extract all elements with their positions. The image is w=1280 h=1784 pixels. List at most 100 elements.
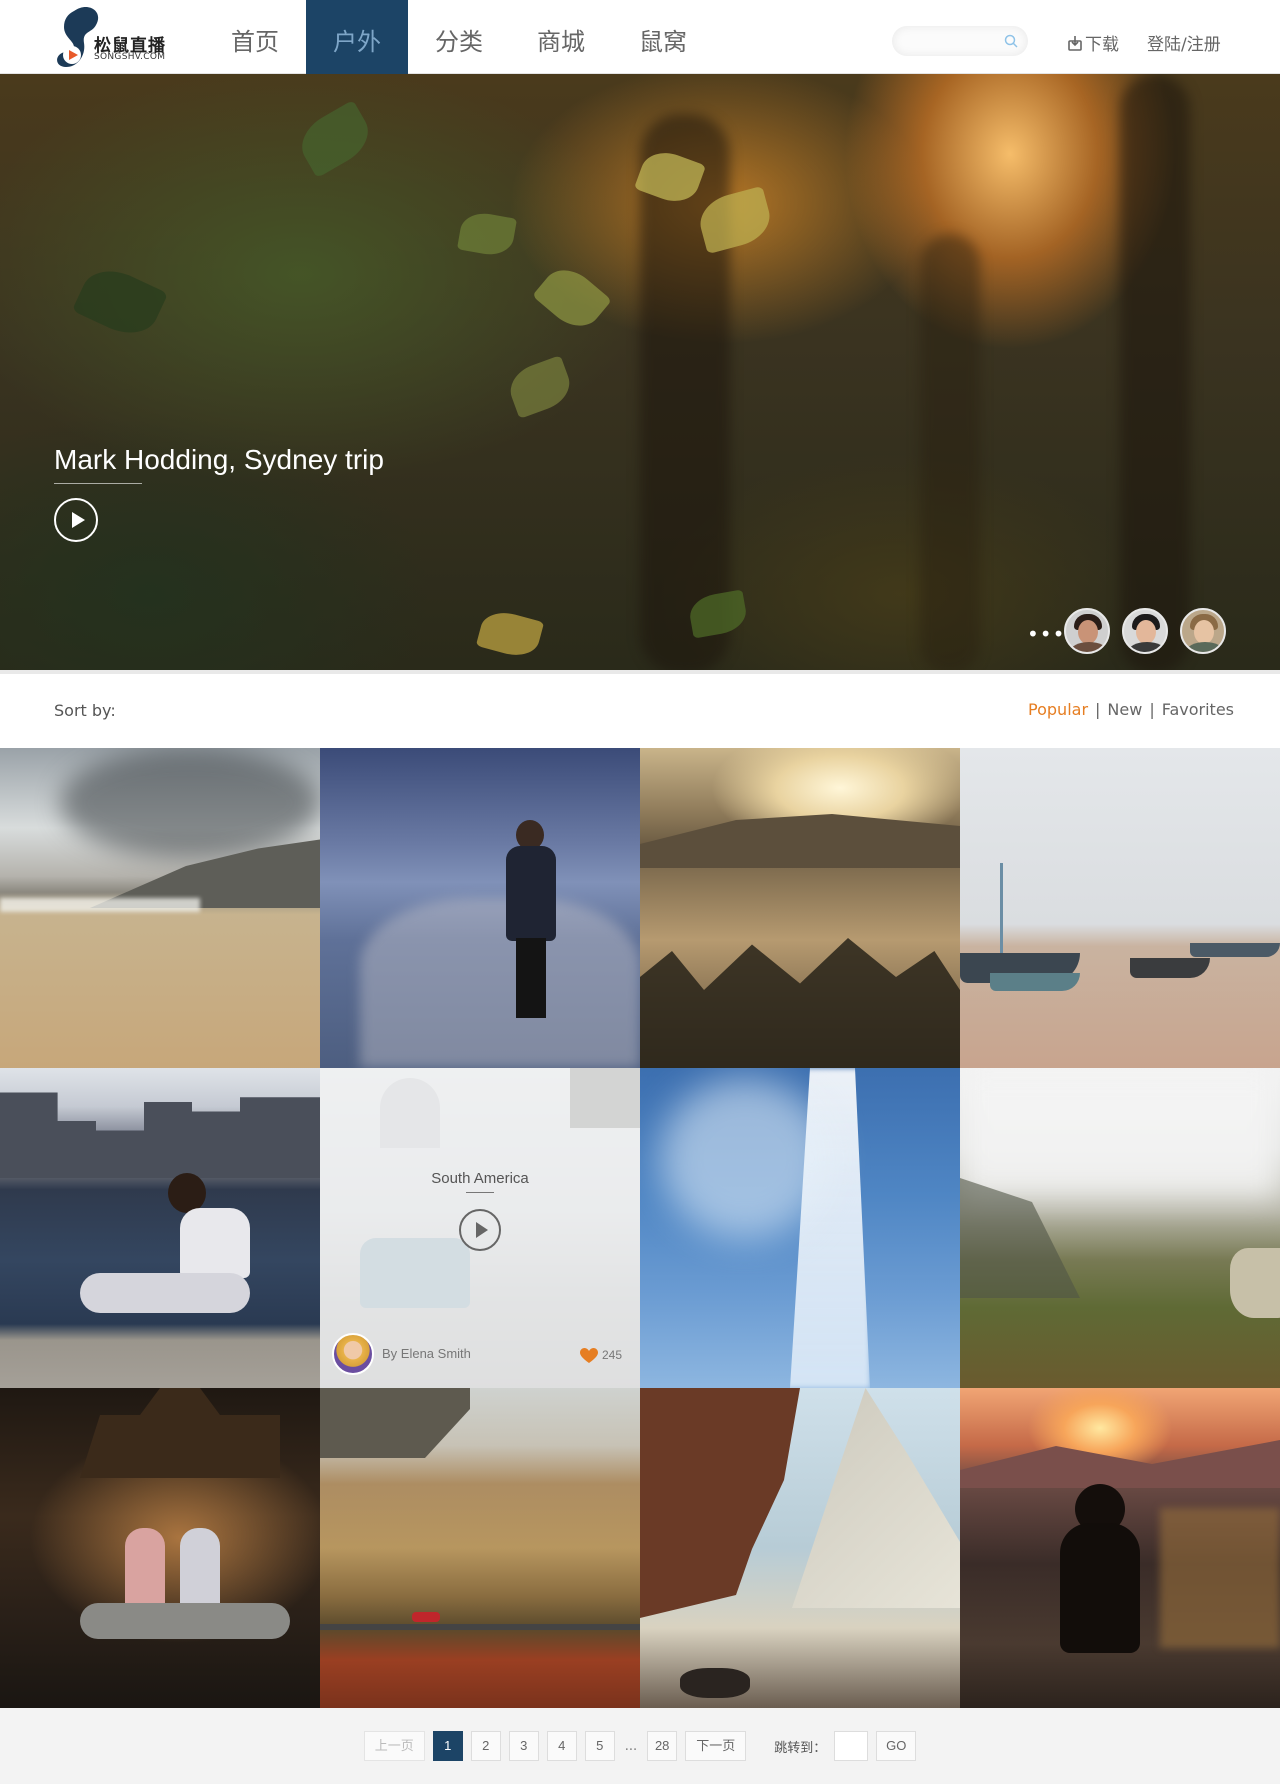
photo-tile[interactable] bbox=[640, 1388, 960, 1708]
tile-surf bbox=[0, 898, 200, 912]
photo-tile[interactable] bbox=[960, 748, 1280, 1068]
tile-palms bbox=[640, 938, 960, 1068]
hero-bg-trunk bbox=[920, 234, 980, 670]
download-link[interactable]: 下载 bbox=[1068, 30, 1119, 55]
tile-person bbox=[180, 1208, 250, 1278]
top-header: 松鼠直播 SONGSHV.COM 首页 户外 分类 商城 鼠窝 下载 登陆/注册 bbox=[0, 0, 1280, 74]
page-button[interactable]: 3 bbox=[508, 1731, 539, 1761]
nav-home[interactable]: 首页 bbox=[204, 0, 306, 74]
page-button[interactable]: 1 bbox=[432, 1731, 463, 1761]
tile-play-button[interactable] bbox=[459, 1209, 501, 1251]
hero-bg-leaf bbox=[532, 259, 612, 337]
tile-rock bbox=[1230, 1248, 1280, 1318]
hero-author: Mark Hodding, bbox=[54, 444, 237, 475]
sort-new[interactable]: New bbox=[1107, 700, 1142, 719]
photo-tile[interactable] bbox=[960, 1068, 1280, 1388]
hero-bg-leaf bbox=[475, 606, 545, 662]
tile-author-avatar[interactable] bbox=[332, 1333, 374, 1375]
tile-likes-count: 245 bbox=[602, 1348, 623, 1362]
go-button[interactable]: GO bbox=[876, 1731, 917, 1761]
nav-outdoor[interactable]: 户外 bbox=[306, 0, 408, 74]
avatar-body bbox=[1186, 642, 1224, 652]
hero-user-avatar[interactable] bbox=[1122, 608, 1168, 654]
tile-rock bbox=[680, 1668, 750, 1698]
hero-trip-title: Sydney trip bbox=[243, 444, 384, 475]
tile-shrubs bbox=[360, 898, 640, 1068]
pagination: 上一页 1 2 3 4 5 ... 28 下一页 跳转到： GO bbox=[0, 1708, 1280, 1784]
hero-bg-leaf bbox=[292, 99, 378, 179]
search-icon[interactable] bbox=[1004, 34, 1018, 48]
tile-boat bbox=[1190, 943, 1280, 957]
hero-bg-leaf bbox=[503, 355, 577, 419]
avatar-face bbox=[1136, 620, 1156, 644]
photo-grid: South America By Elena Smith 245 bbox=[0, 748, 1280, 1708]
photo-tile[interactable] bbox=[640, 748, 960, 1068]
page-button[interactable]: 2 bbox=[470, 1731, 501, 1761]
jump-label: 跳转到： bbox=[774, 1739, 827, 1755]
tile-grass bbox=[1160, 1508, 1280, 1648]
photo-tile-featured[interactable]: South America By Elena Smith 245 bbox=[320, 1068, 640, 1388]
tile-bench bbox=[80, 1603, 290, 1639]
photo-tile[interactable] bbox=[0, 1388, 320, 1708]
tile-hill bbox=[640, 814, 960, 868]
nav-nest[interactable]: 鼠窝 bbox=[612, 0, 714, 74]
photo-tile[interactable] bbox=[320, 1388, 640, 1708]
hero-bg-trunk bbox=[1120, 74, 1190, 670]
login-register-link[interactable]: 登陆/注册 bbox=[1147, 30, 1221, 55]
sort-label: Sort by: bbox=[54, 701, 116, 720]
heart-icon[interactable] bbox=[580, 1348, 598, 1364]
photo-tile[interactable] bbox=[960, 1388, 1280, 1708]
tile-author[interactable]: By Elena Smith bbox=[382, 1346, 471, 1361]
hero-divider bbox=[54, 483, 142, 484]
sort-separator: | bbox=[1095, 700, 1101, 719]
jump-page-input[interactable] bbox=[834, 1731, 869, 1761]
tile-boat bbox=[1130, 958, 1210, 978]
tile-car bbox=[412, 1612, 440, 1622]
prev-page-button[interactable]: 上一页 bbox=[363, 1731, 425, 1761]
tile-person bbox=[506, 846, 556, 941]
photo-tile[interactable] bbox=[0, 748, 320, 1068]
hero-user-avatar[interactable] bbox=[1180, 608, 1226, 654]
sort-separator: | bbox=[1149, 700, 1155, 719]
site-logo[interactable]: 松鼠直播 SONGSHV.COM bbox=[52, 3, 172, 73]
nav-mall[interactable]: 商城 bbox=[510, 0, 612, 74]
tile-building bbox=[80, 1388, 280, 1478]
search-input[interactable] bbox=[892, 26, 992, 56]
sort-popular[interactable]: Popular bbox=[1028, 700, 1088, 719]
page-button[interactable]: 4 bbox=[546, 1731, 577, 1761]
search-box bbox=[892, 26, 1028, 56]
sort-bar: Sort by: Popular | New | Favorites bbox=[0, 670, 1280, 748]
hero-banner: Mark Hodding, Sydney trip ••• bbox=[0, 74, 1280, 670]
sort-options: Popular | New | Favorites bbox=[1028, 700, 1234, 719]
tile-spray bbox=[660, 1078, 830, 1238]
tile-person bbox=[516, 938, 546, 1018]
photo-tile[interactable] bbox=[0, 1068, 320, 1388]
main-nav: 首页 户外 分类 商城 鼠窝 bbox=[204, 0, 714, 74]
nav-category[interactable]: 分类 bbox=[408, 0, 510, 74]
page-button[interactable]: 5 bbox=[584, 1731, 615, 1761]
hero-bg-leaf bbox=[456, 209, 518, 259]
last-page-button[interactable]: 28 bbox=[647, 1731, 678, 1761]
tile-arch bbox=[640, 1388, 800, 1618]
logo-subtext: SONGSHV.COM bbox=[94, 52, 166, 62]
more-users-button[interactable]: ••• bbox=[1027, 624, 1065, 644]
photo-tile[interactable] bbox=[640, 1068, 960, 1388]
hero-user-avatar[interactable] bbox=[1064, 608, 1110, 654]
avatar-face bbox=[1194, 620, 1214, 644]
avatar-body bbox=[1070, 642, 1108, 652]
download-icon bbox=[1068, 35, 1082, 51]
tile-cliff bbox=[320, 1388, 470, 1458]
sort-favorites[interactable]: Favorites bbox=[1162, 700, 1234, 719]
hero-play-button[interactable] bbox=[54, 498, 98, 542]
photo-tile[interactable] bbox=[320, 748, 640, 1068]
next-page-button[interactable]: 下一页 bbox=[685, 1731, 747, 1761]
tile-cloud bbox=[60, 748, 320, 858]
tile-person bbox=[168, 1173, 206, 1213]
tile-person bbox=[80, 1273, 250, 1313]
tile-buildings bbox=[0, 1092, 320, 1178]
tile-hills bbox=[960, 1440, 1280, 1488]
page-ellipsis: ... bbox=[624, 1738, 638, 1754]
tile-boat bbox=[990, 973, 1080, 991]
tile-road bbox=[320, 1624, 640, 1630]
hero-bg-leaf bbox=[71, 259, 169, 345]
